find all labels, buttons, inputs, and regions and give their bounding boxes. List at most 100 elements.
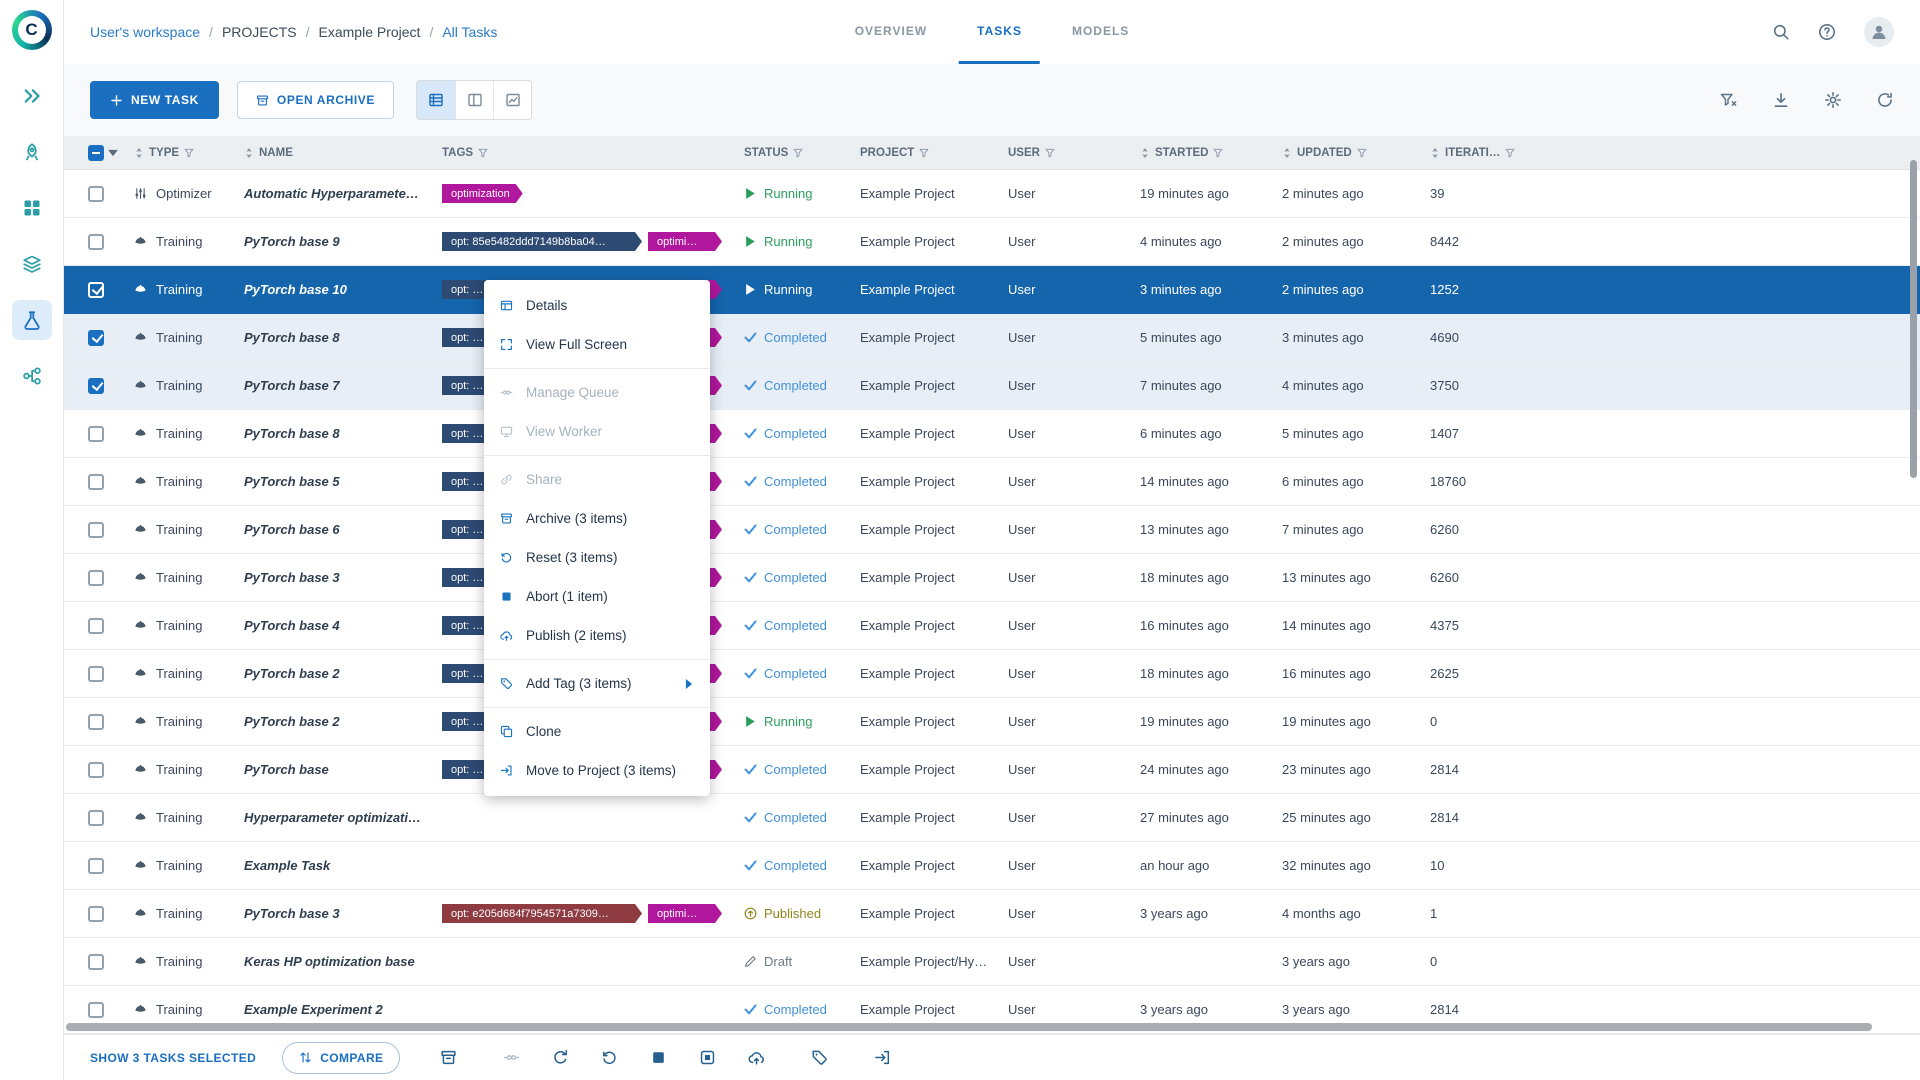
menu-item-view-full-screen[interactable]: View Full Screen [484,325,710,364]
menu-item-publish-2-items[interactable]: Publish (2 items) [484,616,710,655]
task-tag[interactable]: optimization [442,184,523,203]
task-name[interactable]: PyTorch base 5 [244,474,340,489]
row-checkbox[interactable] [88,377,104,394]
task-name[interactable]: PyTorch base 10 [244,282,347,297]
task-name[interactable]: PyTorch base 3 [244,906,340,921]
column-header-started[interactable]: STARTED [1140,147,1282,159]
tab-models[interactable]: MODELS [1054,0,1147,64]
selection-menu-caret-icon[interactable] [108,148,118,158]
avatar[interactable] [1864,17,1894,47]
abort-all-children-icon[interactable] [699,1049,716,1066]
download-icon[interactable] [1772,91,1790,109]
task-tag[interactable]: optimi… [648,904,722,923]
column-header-project[interactable]: PROJECT [860,147,1008,159]
task-row[interactable]: TrainingPyTorch base 10opt: …optimi…Runn… [64,266,1920,314]
task-name[interactable]: PyTorch base 8 [244,330,340,345]
sidebar-item-projects[interactable] [12,188,52,228]
retry-icon[interactable] [552,1049,569,1066]
show-selected-button[interactable]: SHOW 3 TASKS SELECTED [90,1051,256,1065]
task-name[interactable]: PyTorch base 8 [244,426,340,441]
menu-item-details[interactable]: Details [484,286,710,325]
tab-overview[interactable]: OVERVIEW [837,0,945,64]
archive-icon[interactable] [440,1049,457,1066]
task-name[interactable]: PyTorch base 2 [244,714,340,729]
breadcrumb-item-all-tasks[interactable]: All Tasks [442,24,497,40]
tab-tasks[interactable]: TASKS [959,0,1040,64]
breadcrumb-item-user-s-workspace[interactable]: User's workspace [90,24,200,40]
clear-filters-icon[interactable] [1720,91,1738,109]
settings-icon[interactable] [1824,91,1842,109]
task-tag[interactable]: opt: 85e5482ddd7149b8ba04… [442,232,642,251]
row-checkbox[interactable] [88,953,104,970]
task-row[interactable]: Training Hyperparameter optimizati… Comple… [64,794,1920,842]
sidebar-item-dashboard[interactable] [12,132,52,172]
row-checkbox[interactable] [88,761,104,778]
table-view-button[interactable] [417,81,456,119]
row-checkbox[interactable] [88,809,104,826]
column-header-iterati[interactable]: ITERATI… [1430,147,1920,159]
row-checkbox[interactable] [88,425,104,442]
column-header-tags[interactable]: TAGS [442,147,744,159]
row-checkbox[interactable] [88,857,104,874]
column-header-updated[interactable]: UPDATED [1282,147,1430,159]
task-name[interactable]: PyTorch base 6 [244,522,340,537]
task-row[interactable]: TrainingPyTorch base 8opt: …optimi…Compl… [64,314,1920,362]
menu-item-move-to-project-3-items[interactable]: Move to Project (3 items) [484,751,710,790]
row-checkbox[interactable] [88,569,104,586]
task-row[interactable]: TrainingPyTorch base 2opt: …optimi…Runni… [64,698,1920,746]
task-name[interactable]: PyTorch base 9 [244,234,340,249]
breadcrumb-item-example-project[interactable]: Example Project [319,24,421,40]
column-header-type[interactable]: TYPE [134,147,244,159]
task-row[interactable]: TrainingPyTorch base 4opt: …optimi…Compl… [64,602,1920,650]
sidebar-item-expand-sidebar[interactable] [12,76,52,116]
row-checkbox[interactable] [88,665,104,682]
menu-item-reset-3-items[interactable]: Reset (3 items) [484,538,710,577]
row-checkbox[interactable] [88,617,104,634]
search-icon[interactable] [1772,23,1790,41]
task-name[interactable]: Automatic Hyperparamete… [244,186,419,201]
task-row[interactable]: TrainingPyTorch base 8opt: …optimi…Compl… [64,410,1920,458]
menu-item-add-tag-3-items[interactable]: Add Tag (3 items) [484,664,710,703]
task-row[interactable]: TrainingPyTorch base 5opt: …optimi…Compl… [64,458,1920,506]
column-header-name[interactable]: NAME [244,147,442,159]
breadcrumb-item-projects[interactable]: PROJECTS [222,24,297,40]
task-name[interactable]: PyTorch base 4 [244,618,340,633]
row-checkbox[interactable] [88,281,104,298]
task-row[interactable]: TrainingPyTorch baseopt: …optimi…Complet… [64,746,1920,794]
sidebar-item-pipelines[interactable] [12,356,52,396]
move-to-project-icon[interactable] [874,1049,891,1066]
column-header-status[interactable]: STATUS [744,147,860,159]
task-row[interactable]: Training PyTorch base 9 opt: 85e5482ddd714… [64,218,1920,266]
task-name[interactable]: Keras HP optimization base [244,954,415,969]
auto-refresh-icon[interactable] [1876,91,1894,109]
task-name[interactable]: PyTorch base 2 [244,666,340,681]
vertical-scrollbar[interactable] [1910,160,1917,478]
task-name[interactable]: PyTorch base 7 [244,378,340,393]
task-name[interactable]: PyTorch base 3 [244,570,340,585]
menu-item-clone[interactable]: Clone [484,712,710,751]
menu-item-abort-1-item[interactable]: Abort (1 item) [484,577,710,616]
row-checkbox[interactable] [88,185,104,202]
open-archive-button[interactable]: OPEN ARCHIVE [236,81,395,119]
row-checkbox[interactable] [88,473,104,490]
reset-icon[interactable] [601,1049,618,1066]
add-tag-icon[interactable] [811,1049,828,1066]
task-row[interactable]: TrainingPyTorch base 7opt: …optimi…Compl… [64,362,1920,410]
row-checkbox[interactable] [88,521,104,538]
task-row[interactable]: Optimizer Automatic Hyperparamete… optimiz… [64,170,1920,218]
abort-icon[interactable] [650,1049,667,1066]
select-all-checkbox[interactable] [88,144,104,161]
menu-item-archive-3-items[interactable]: Archive (3 items) [484,499,710,538]
clearml-logo[interactable]: C [11,10,52,50]
task-row[interactable]: Training PyTorch base 3 opt: e205d684f7954… [64,890,1920,938]
task-name[interactable]: PyTorch base [244,762,329,777]
new-task-button[interactable]: NEW TASK [90,81,219,119]
task-name[interactable]: Example Experiment 2 [244,1002,383,1017]
task-row[interactable]: TrainingPyTorch base 2opt: …optimi…Compl… [64,650,1920,698]
card-view-button[interactable] [455,81,494,119]
task-tag[interactable]: opt: e205d684f7954571a7309… [442,904,642,923]
task-row[interactable]: TrainingPyTorch base 3opt: …optimi…Compl… [64,554,1920,602]
row-checkbox[interactable] [88,713,104,730]
task-name[interactable]: Hyperparameter optimizati… [244,810,421,825]
help-icon[interactable] [1818,23,1836,41]
